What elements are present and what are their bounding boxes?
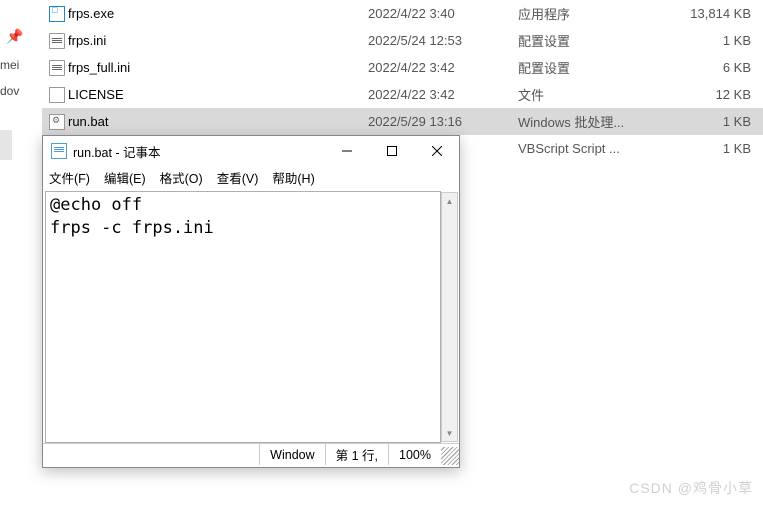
file-date: 2022/4/22 3:42 bbox=[368, 60, 518, 75]
file-date: 2022/5/24 12:53 bbox=[368, 33, 518, 48]
file-row[interactable]: frps.exe2022/4/22 3:40应用程序13,814 KB bbox=[42, 0, 763, 27]
pin-icon[interactable]: 📌 bbox=[6, 28, 23, 45]
scroll-down-icon[interactable]: ▼ bbox=[442, 425, 457, 441]
status-position: 第 1 行, bbox=[325, 444, 388, 465]
file-name: frps.ini bbox=[68, 33, 368, 48]
resize-grip[interactable] bbox=[441, 447, 459, 465]
scroll-up-icon[interactable]: ▲ bbox=[442, 193, 457, 209]
status-bar: Window 第 1 行, 100% bbox=[43, 443, 459, 465]
menu-file[interactable]: 文件(F) bbox=[49, 168, 90, 187]
file-date: 2022/4/22 3:40 bbox=[368, 6, 518, 21]
menu-help[interactable]: 帮助(H) bbox=[272, 168, 314, 187]
file-name: frps.exe bbox=[68, 6, 368, 21]
file-row[interactable]: run.bat2022/5/29 13:16Windows 批处理...1 KB bbox=[42, 108, 763, 135]
text-editor[interactable]: @echo off frps -c frps.ini bbox=[45, 191, 441, 443]
file-size: 13,814 KB bbox=[658, 6, 763, 21]
file-size: 1 KB bbox=[658, 141, 763, 156]
file-size: 12 KB bbox=[658, 87, 763, 102]
title-bar[interactable]: run.bat - 记事本 bbox=[43, 136, 459, 166]
file-icon bbox=[49, 60, 65, 76]
window-title: run.bat - 记事本 bbox=[73, 142, 324, 161]
file-type: 配置设置 bbox=[518, 31, 658, 50]
menu-bar: 文件(F) 编辑(E) 格式(O) 查看(V) 帮助(H) bbox=[43, 166, 459, 191]
file-type: 应用程序 bbox=[518, 4, 658, 23]
file-type: VBScript Script ... bbox=[518, 141, 658, 156]
file-type: Windows 批处理... bbox=[518, 112, 658, 131]
file-name: LICENSE bbox=[68, 87, 368, 102]
close-button[interactable] bbox=[414, 136, 459, 166]
notepad-icon bbox=[51, 143, 67, 159]
file-row[interactable]: frps_full.ini2022/4/22 3:42配置设置6 KB bbox=[42, 54, 763, 81]
file-type: 文件 bbox=[518, 85, 658, 104]
left-label-2: dov bbox=[0, 84, 19, 98]
maximize-button[interactable] bbox=[369, 136, 414, 166]
file-row[interactable]: LICENSE2022/4/22 3:42文件12 KB bbox=[42, 81, 763, 108]
file-icon bbox=[49, 6, 65, 22]
file-date: 2022/5/29 13:16 bbox=[368, 114, 518, 129]
file-date: 2022/4/22 3:42 bbox=[368, 87, 518, 102]
menu-edit[interactable]: 编辑(E) bbox=[104, 168, 146, 187]
vertical-scrollbar[interactable]: ▲ ▼ bbox=[441, 192, 458, 442]
minimize-button[interactable] bbox=[324, 136, 369, 166]
file-size: 6 KB bbox=[658, 60, 763, 75]
notepad-window: run.bat - 记事本 文件(F) 编辑(E) 格式(O) 查看(V) 帮助… bbox=[42, 135, 460, 468]
menu-format[interactable]: 格式(O) bbox=[160, 168, 203, 187]
file-row[interactable]: frps.ini2022/5/24 12:53配置设置1 KB bbox=[42, 27, 763, 54]
file-name: frps_full.ini bbox=[68, 60, 368, 75]
left-label-1: mei bbox=[0, 58, 19, 72]
file-size: 1 KB bbox=[658, 114, 763, 129]
watermark: CSDN @鸡骨小草 bbox=[629, 478, 753, 498]
file-icon bbox=[49, 87, 65, 103]
file-size: 1 KB bbox=[658, 33, 763, 48]
file-icon bbox=[49, 33, 65, 49]
menu-view[interactable]: 查看(V) bbox=[217, 168, 259, 187]
left-handle[interactable] bbox=[0, 130, 12, 160]
file-type: 配置设置 bbox=[518, 58, 658, 77]
status-encoding: Window bbox=[259, 444, 324, 465]
file-name: run.bat bbox=[68, 114, 368, 129]
file-icon bbox=[49, 114, 65, 130]
status-zoom: 100% bbox=[388, 444, 441, 465]
